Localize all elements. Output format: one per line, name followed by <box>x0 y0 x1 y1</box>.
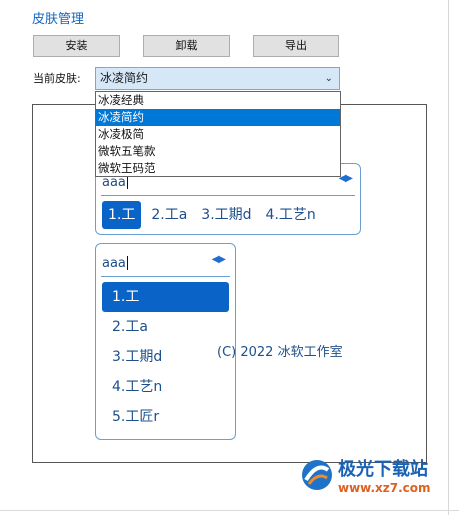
skin-option-selected[interactable]: 冰凌简约 <box>96 109 340 126</box>
skin-option[interactable]: 微软五笔款 <box>96 143 340 160</box>
composition-input: aaa <box>102 255 128 271</box>
candidate-item[interactable]: 3.工期d <box>102 342 229 372</box>
window-edge <box>0 510 459 511</box>
skin-dropdown-list: 冰凌经典 冰凌简约 冰凌极简 微软五笔款 微软王码范 <box>95 91 341 177</box>
chevron-down-icon[interactable]: ⌄ <box>325 68 333 89</box>
aurora-logo-icon <box>302 460 332 490</box>
window-edge <box>448 0 449 515</box>
candidate-row: 1.工 2.工a 3.工期d 4.工艺n <box>102 201 322 229</box>
uninstall-button[interactable]: 卸载 <box>143 35 230 57</box>
current-skin-label: 当前皮肤: <box>33 72 81 85</box>
export-button[interactable]: 导出 <box>253 35 339 57</box>
candidate-item[interactable]: 4.工艺n <box>102 372 229 402</box>
candidate-item-selected[interactable]: 1.工 <box>102 201 142 229</box>
vertical-candidate-window: aaa ◀▶ 1.工 2.工a 3.工期d 4.工艺n 5.工匠r <box>95 243 236 440</box>
left-right-arrows-icon[interactable]: ◀▶ <box>212 254 226 265</box>
skin-select[interactable]: 冰凌简约 ⌄ <box>95 67 340 90</box>
candidate-list: 1.工 2.工a 3.工期d 4.工艺n 5.工匠r <box>102 282 229 432</box>
candidate-item-selected[interactable]: 1.工 <box>102 282 229 312</box>
candidate-item[interactable]: 2.工a <box>102 312 229 342</box>
candidate-item[interactable]: 2.工a <box>145 201 193 229</box>
skin-option[interactable]: 冰凌极简 <box>96 126 340 143</box>
candidate-item[interactable]: 4.工艺n <box>260 201 322 229</box>
skin-option[interactable]: 微软王码范 <box>96 160 340 177</box>
page-title: 皮肤管理 <box>32 12 85 27</box>
skin-select-value: 冰凌简约 <box>100 71 149 85</box>
divider <box>101 276 230 277</box>
copyright-text: (C) 2022 冰软工作室 <box>217 345 343 360</box>
watermark-name: 极光下载站 <box>338 459 428 480</box>
skin-option[interactable]: 冰凌经典 <box>96 92 340 109</box>
candidate-item[interactable]: 3.工期d <box>195 201 257 229</box>
divider <box>101 195 355 196</box>
candidate-item[interactable]: 5.工匠r <box>102 402 229 432</box>
watermark-url: www.xz7.com <box>338 481 431 495</box>
watermark-logo: 极光下载站 www.xz7.com <box>300 455 431 495</box>
install-button[interactable]: 安装 <box>33 35 120 57</box>
